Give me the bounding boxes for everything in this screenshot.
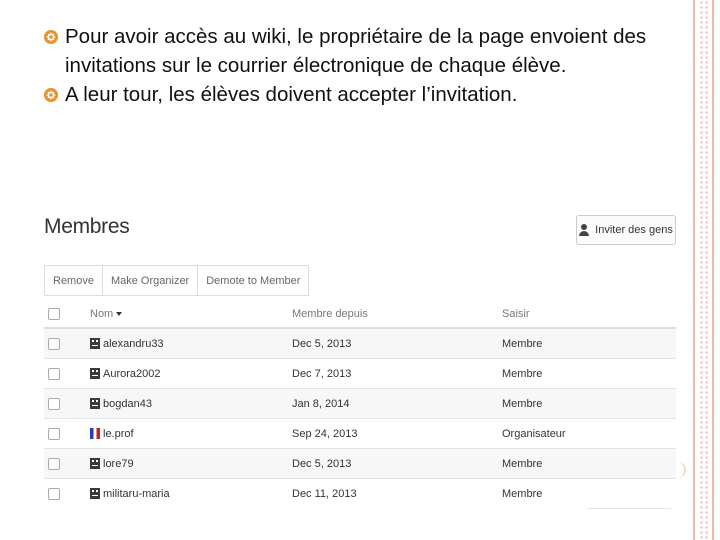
- member-role-cell: Membre: [502, 448, 676, 479]
- member-actions-group: Remove Make Organizer Demote to Member: [44, 265, 310, 296]
- column-header-name[interactable]: Nom: [90, 300, 292, 329]
- sort-caret-icon: [116, 311, 123, 316]
- default-avatar-icon: [90, 338, 100, 349]
- member-role-cell: Membre: [502, 478, 676, 508]
- table-row: le.prof Sep 24, 2013 Organisateur: [44, 418, 676, 449]
- table-row: lore79 Dec 5, 2013 Membre: [44, 448, 676, 479]
- default-avatar-icon: [90, 488, 100, 499]
- demote-to-member-button[interactable]: Demote to Member: [198, 266, 310, 295]
- member-role-cell: Membre: [502, 388, 676, 419]
- member-name[interactable]: alexandru33: [103, 338, 164, 350]
- member-name-cell: bogdan43: [90, 388, 292, 419]
- member-since-cell: Dec 7, 2013: [292, 358, 502, 389]
- member-since-cell: Dec 5, 2013: [292, 448, 502, 479]
- make-organizer-button[interactable]: Make Organizer: [102, 266, 199, 295]
- invite-people-button[interactable]: Inviter des gens: [576, 215, 676, 245]
- table-row: militaru-maria Dec 11, 2013 Membre: [44, 478, 676, 508]
- select-all-cell: [44, 300, 90, 329]
- member-since-cell: Dec 5, 2013: [292, 327, 502, 359]
- member-name[interactable]: bogdan43: [103, 398, 152, 410]
- row-checkbox[interactable]: [48, 427, 60, 440]
- column-header-role[interactable]: Saisir: [502, 300, 676, 329]
- remove-button[interactable]: Remove: [45, 266, 103, 295]
- member-role-cell: Membre: [502, 327, 676, 359]
- member-name[interactable]: Aurora2002: [103, 368, 161, 380]
- member-since-cell: Jan 8, 2014: [292, 388, 502, 419]
- table-row: alexandru33 Dec 5, 2013 Membre: [44, 327, 676, 359]
- row-checkbox[interactable]: [48, 457, 60, 470]
- member-role-cell: Organisateur: [502, 418, 676, 449]
- member-name-cell: lore79: [90, 448, 292, 479]
- row-select-cell: [44, 448, 90, 479]
- row-select-cell: [44, 388, 90, 419]
- bullet-item: Pour avoir accès au wiki, le propriétair…: [0, 22, 690, 80]
- flag-avatar-icon: [90, 428, 100, 439]
- row-checkbox[interactable]: [48, 337, 60, 350]
- divider: [587, 508, 671, 509]
- row-select-cell: [44, 327, 90, 359]
- decorative-border-line: [712, 0, 714, 540]
- gear-bullet-icon: [44, 30, 58, 44]
- members-table: Nom Membre depuis Saisir alexandru33 Dec …: [44, 300, 676, 508]
- row-select-cell: [44, 358, 90, 389]
- member-name-cell: militaru-maria: [90, 478, 292, 508]
- member-name-cell: le.prof: [90, 418, 292, 449]
- table-row: Aurora2002 Dec 7, 2013 Membre: [44, 358, 676, 389]
- default-avatar-icon: [90, 398, 100, 409]
- column-header-member-since[interactable]: Membre depuis: [292, 300, 502, 329]
- invite-label: Inviter des gens: [595, 224, 673, 236]
- default-avatar-icon: [90, 368, 100, 379]
- row-checkbox[interactable]: [48, 367, 60, 380]
- decorative-border-line: [693, 0, 695, 540]
- bullet-item: A leur tour, les élèves doivent accepter…: [0, 80, 690, 109]
- select-all-checkbox[interactable]: [48, 307, 60, 320]
- bullet-list: Pour avoir accès au wiki, le propriétair…: [0, 22, 690, 109]
- member-role-cell: Membre: [502, 358, 676, 389]
- members-screenshot: Membres Inviter des gens Remove Make Org…: [44, 205, 680, 515]
- members-title: Membres: [44, 215, 130, 238]
- decorative-arc: [678, 462, 686, 478]
- bullet-text: A leur tour, les élèves doivent accepter…: [65, 83, 518, 106]
- member-name[interactable]: le.prof: [103, 428, 134, 440]
- row-select-cell: [44, 478, 90, 508]
- row-checkbox[interactable]: [48, 487, 60, 500]
- gear-bullet-icon: [44, 88, 58, 102]
- member-name-cell: alexandru33: [90, 327, 292, 359]
- member-name-cell: Aurora2002: [90, 358, 292, 389]
- row-select-cell: [44, 418, 90, 449]
- decorative-dotted-border: [699, 0, 709, 540]
- bullet-text: Pour avoir accès au wiki, le propriétair…: [65, 25, 647, 77]
- member-since-cell: Dec 11, 2013: [292, 478, 502, 508]
- member-since-cell: Sep 24, 2013: [292, 418, 502, 449]
- row-checkbox[interactable]: [48, 397, 60, 410]
- table-row: bogdan43 Jan 8, 2014 Membre: [44, 388, 676, 419]
- default-avatar-icon: [90, 458, 100, 469]
- member-name[interactable]: lore79: [103, 458, 134, 470]
- member-name[interactable]: militaru-maria: [103, 488, 170, 500]
- person-icon: [579, 224, 590, 236]
- table-header-row: Nom Membre depuis Saisir: [44, 300, 676, 329]
